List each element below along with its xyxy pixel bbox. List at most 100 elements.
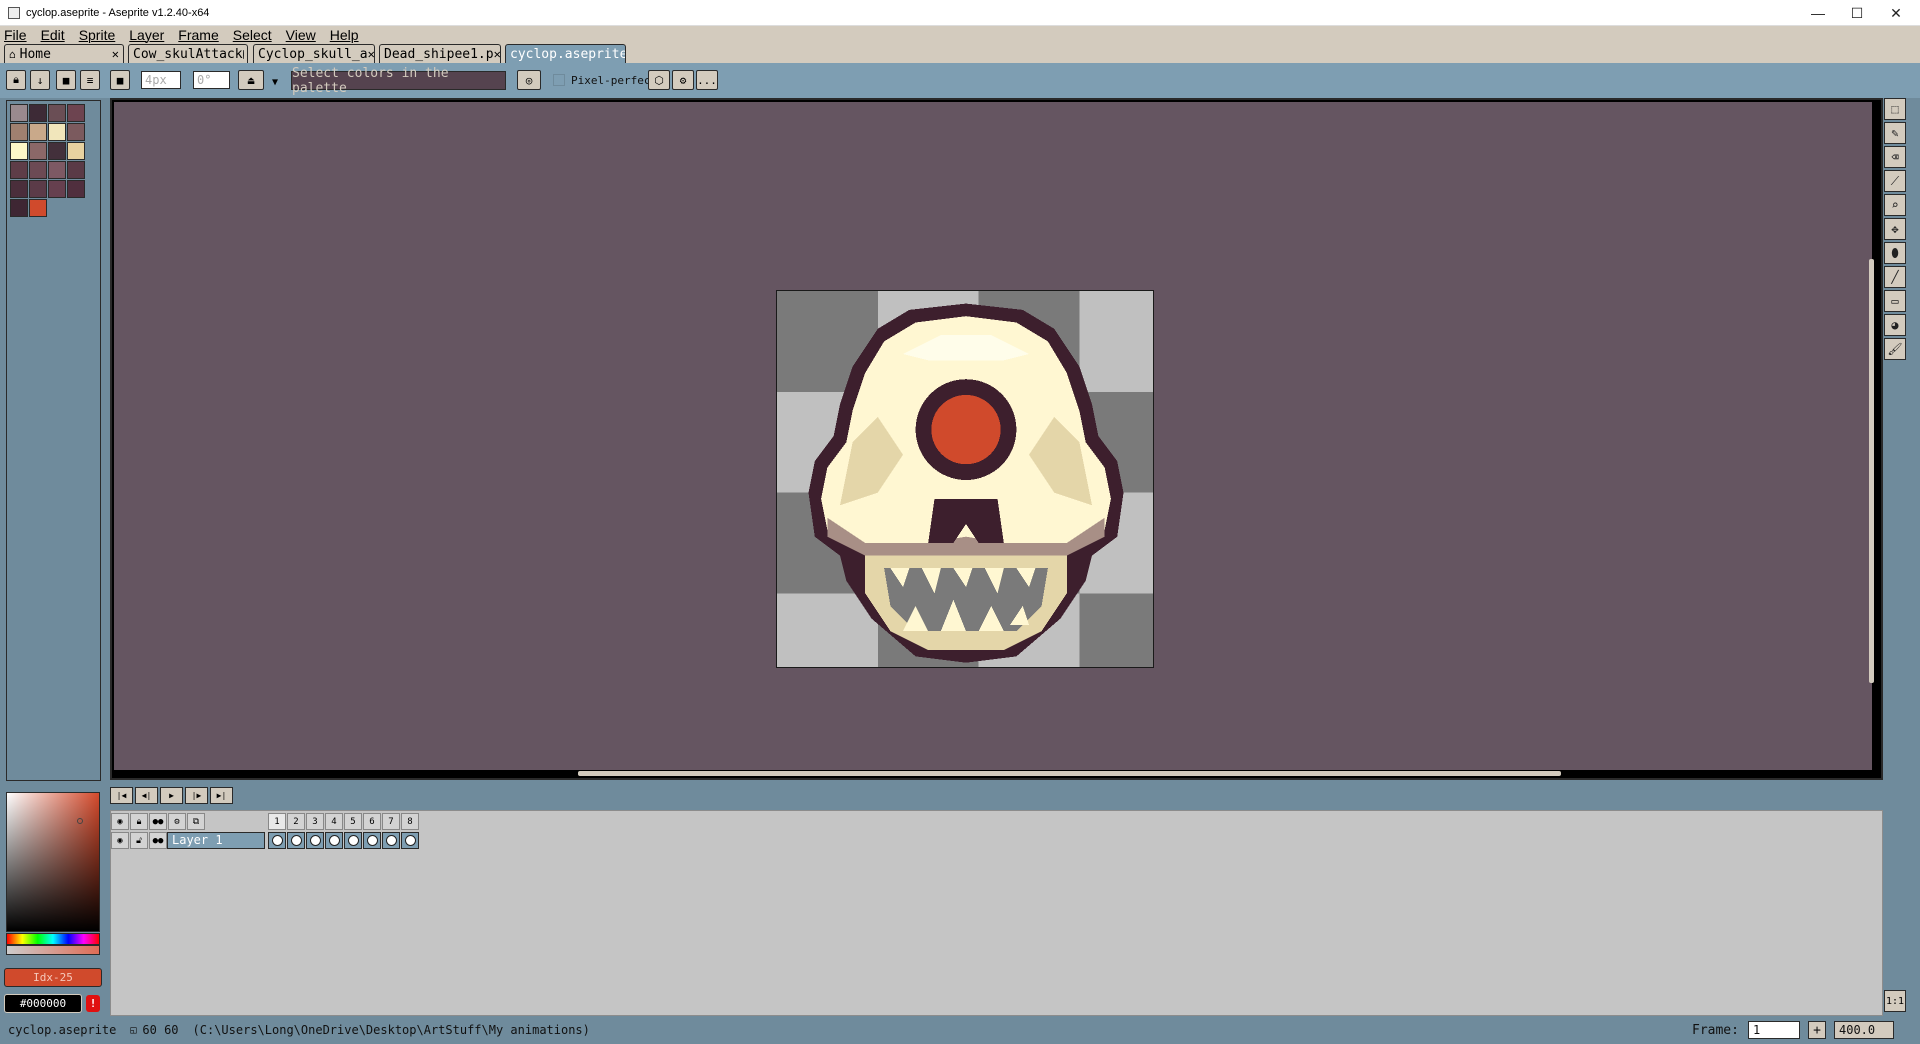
select-icon[interactable]: ⬚ <box>1884 98 1906 120</box>
palette-swatch[interactable] <box>10 104 28 122</box>
move-icon[interactable]: ✥ <box>1884 218 1906 240</box>
brush-angle-field[interactable]: 0° <box>193 71 230 89</box>
menu-layer[interactable]: Layer <box>129 27 164 43</box>
previous-frame-button[interactable]: ◀| <box>135 787 158 804</box>
color-cursor[interactable] <box>77 818 83 824</box>
close-icon[interactable]: ✕ <box>368 47 374 61</box>
color-spectrum[interactable] <box>6 792 100 932</box>
palette-swatch[interactable] <box>10 161 28 179</box>
visibility-icon[interactable]: ◉ <box>111 832 129 849</box>
layer-name[interactable]: Layer 1 <box>167 832 265 849</box>
dynamics-icon[interactable]: ⚙ <box>672 70 694 90</box>
menu-frame[interactable]: Frame <box>178 27 218 43</box>
eraser-icon[interactable]: ⌫ <box>1884 146 1906 168</box>
menu-select[interactable]: Select <box>233 27 272 43</box>
blur-icon[interactable]: ◕ <box>1884 314 1906 336</box>
line-icon[interactable]: ╱ <box>1884 266 1906 288</box>
frame-header[interactable]: 3 <box>306 813 324 830</box>
frame-header[interactable]: 2 <box>287 813 305 830</box>
tab-dead-shipee[interactable]: Dead_shipee1.p ✕ <box>379 44 501 63</box>
palette-swatch[interactable] <box>48 161 66 179</box>
frame-input[interactable]: 1 <box>1748 1021 1800 1039</box>
hue-slider[interactable] <box>6 933 100 945</box>
actual-size-button[interactable]: 1:1 <box>1884 990 1906 1012</box>
pencil-icon[interactable]: ✎ <box>1884 122 1906 144</box>
palette-swatch[interactable] <box>29 199 47 217</box>
zoom-field[interactable]: 400.0 <box>1834 1021 1894 1039</box>
brush-size-field[interactable]: 4px <box>141 71 181 89</box>
background-color-button[interactable]: #000000 <box>4 994 82 1013</box>
lock-icon[interactable]: 🔓︎ <box>130 832 148 849</box>
warning-icon[interactable]: ! <box>86 995 100 1012</box>
menu-view[interactable]: View <box>286 27 316 43</box>
palette-swatch[interactable] <box>10 199 28 217</box>
palette-swatch[interactable] <box>48 123 66 141</box>
maximize-button[interactable]: ☐ <box>1839 0 1875 26</box>
symmetry-icon[interactable]: ⬡ <box>648 70 670 90</box>
rectangle-icon[interactable]: ▭ <box>1884 290 1906 312</box>
palette-swatch[interactable] <box>67 104 85 122</box>
pixel-perfect-toggle[interactable]: Pixel-perfect <box>553 71 657 89</box>
frame-header[interactable]: 7 <box>382 813 400 830</box>
zoom-icon[interactable]: ⌕ <box>1884 194 1906 216</box>
timeline[interactable]: ◉ 🔒︎ ●● ⚙ ⧉ 12345678 ◉ 🔓︎ ●● Layer 1 <box>110 810 1883 1016</box>
menu-sprite[interactable]: Sprite <box>79 27 116 43</box>
close-icon[interactable]: ✕ <box>112 47 119 61</box>
minimize-button[interactable]: — <box>1800 0 1836 26</box>
onion-skin-icon[interactable]: ⧉ <box>187 813 205 830</box>
layer-menu-icon[interactable]: ⚙ <box>168 813 186 830</box>
cel[interactable] <box>268 832 286 849</box>
palette-swatch[interactable] <box>10 180 28 198</box>
palette-swatch[interactable] <box>29 161 47 179</box>
editor-canvas[interactable] <box>110 98 1883 780</box>
fill-icon[interactable]: ⬮ <box>1884 242 1906 264</box>
palette-swatch[interactable] <box>29 180 47 198</box>
cel[interactable] <box>344 832 362 849</box>
target-icon[interactable]: ◎ <box>517 70 541 90</box>
frame-header[interactable]: 1 <box>268 813 286 830</box>
menu-file[interactable]: File <box>4 27 27 43</box>
cel[interactable] <box>325 832 343 849</box>
palette-swatch[interactable] <box>29 104 47 122</box>
palette-swatch[interactable] <box>10 123 28 141</box>
tab-cow-skulattack[interactable]: Cow_skulAttack <box>128 44 248 63</box>
palette-swatch[interactable] <box>29 123 47 141</box>
tab-home[interactable]: ⌂ Home ✕ <box>4 44 124 63</box>
cel[interactable] <box>382 832 400 849</box>
brush-square-icon[interactable]: ■ <box>56 70 76 90</box>
palette-hint-field[interactable]: Select colors in the palette <box>291 66 506 96</box>
brush-icon[interactable]: 🖌︎ <box>1884 338 1906 360</box>
tab-cyclop-skull[interactable]: Cyclop_skull_a ✕ <box>253 44 375 63</box>
first-frame-button[interactable]: |◀ <box>110 787 133 804</box>
cel[interactable] <box>287 832 305 849</box>
canvas-background[interactable] <box>114 102 1872 770</box>
tab-cyclop[interactable]: cyclop.aseprite <box>505 44 626 63</box>
cel[interactable] <box>401 832 419 849</box>
lock-icon[interactable]: 🔒︎ <box>6 70 26 90</box>
frame-header[interactable]: 5 <box>344 813 362 830</box>
brush-type-icon[interactable]: ■ <box>110 70 130 90</box>
horizontal-scrollbar[interactable] <box>578 771 1561 776</box>
ink-icon[interactable]: ⏏ <box>238 70 264 90</box>
palette-swatch[interactable] <box>67 123 85 141</box>
frame-header[interactable]: 6 <box>363 813 381 830</box>
add-frame-button[interactable]: + <box>1808 1021 1826 1039</box>
menu-help[interactable]: Help <box>330 27 359 43</box>
eye-header-icon[interactable]: ◉ <box>111 813 129 830</box>
arrow-down-icon[interactable]: ↓ <box>30 70 50 90</box>
sprite-canvas[interactable] <box>776 290 1154 668</box>
more-options-button[interactable]: ... <box>696 70 718 90</box>
close-window-button[interactable]: ✕ <box>1878 0 1914 26</box>
close-icon[interactable]: ✕ <box>494 47 500 61</box>
cel[interactable] <box>306 832 324 849</box>
last-frame-button[interactable]: ▶| <box>210 787 233 804</box>
palette-swatch[interactable] <box>48 142 66 160</box>
palette-swatch[interactable] <box>48 180 66 198</box>
frame-header[interactable]: 8 <box>401 813 419 830</box>
play-button[interactable]: ▶ <box>160 787 183 804</box>
next-frame-button[interactable]: |▶ <box>185 787 208 804</box>
palette-swatch[interactable] <box>67 142 85 160</box>
palette-swatch[interactable] <box>29 142 47 160</box>
menu-edit[interactable]: Edit <box>41 27 65 43</box>
palette-swatch[interactable] <box>67 161 85 179</box>
